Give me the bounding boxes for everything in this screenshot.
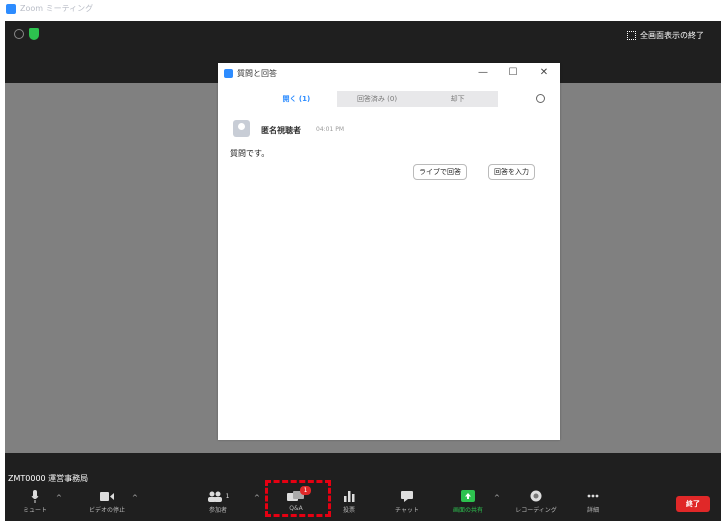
qa-title-bar: 質問と回答 — ☐ ✕ — [218, 63, 560, 85]
record-button[interactable]: レコーディング — [510, 489, 562, 517]
bar-chart-icon — [343, 489, 355, 503]
share-screen-button[interactable]: 画面の共有 — [447, 489, 489, 517]
gear-icon[interactable] — [536, 94, 545, 103]
more-dots-icon — [587, 489, 599, 503]
tab-dismissed[interactable]: 却下 — [417, 91, 499, 107]
participants-count: 1 — [225, 492, 230, 500]
app-title-bar: Zoom ミーティング — [0, 0, 721, 18]
tab-answered[interactable]: 回答済み (0) — [336, 91, 418, 107]
participants-button[interactable]: 1 参加者 — [198, 489, 238, 517]
chevron-up-icon[interactable]: ^ — [132, 494, 138, 502]
stop-video-button[interactable]: ビデオの停止 — [82, 489, 132, 517]
participants-icon: 1 — [207, 489, 230, 503]
end-meeting-button[interactable]: 終了 — [676, 496, 710, 512]
tab-open[interactable]: 開く (1) — [256, 91, 337, 107]
zoom-logo-icon — [6, 4, 16, 14]
qa-dialog-title: 質問と回答 — [237, 69, 277, 78]
qa-highlight-annotation — [265, 480, 331, 517]
stage-bottom-border — [5, 453, 721, 468]
chevron-up-icon[interactable]: ^ — [56, 494, 62, 502]
chevron-up-icon[interactable]: ^ — [254, 494, 260, 502]
record-label: レコーディング — [515, 507, 557, 514]
qa-tab-bar: 開く (1) 回答済み (0) 却下 — [256, 91, 499, 107]
exit-fullscreen-button[interactable]: 全画面表示の終了 — [627, 28, 704, 42]
answer-live-button[interactable]: ライブで回答 — [413, 164, 467, 180]
more-label: 詳細 — [586, 507, 599, 514]
maximize-button[interactable]: ☐ — [505, 66, 521, 80]
chevron-up-icon[interactable]: ^ — [494, 494, 500, 502]
qa-dialog: 質問と回答 — ☐ ✕ 開く (1) 回答済み (0) 却下 匿名視聴者 04:… — [218, 63, 560, 440]
mute-label: ミュート — [22, 507, 47, 514]
meeting-name: ZMT0000 運営事務局 — [8, 474, 89, 483]
polling-button[interactable]: 投票 — [334, 489, 364, 517]
avatar — [233, 120, 250, 137]
chat-button[interactable]: チャット — [390, 489, 424, 517]
question-author: 匿名視聴者 — [261, 126, 301, 135]
mute-button[interactable]: ミュート — [20, 489, 50, 517]
question-text: 質問です。 — [230, 149, 270, 158]
question-time: 04:01 PM — [316, 126, 344, 133]
video-camera-icon — [100, 489, 114, 503]
chat-bubble-icon — [401, 489, 413, 503]
polling-label: 投票 — [342, 507, 355, 514]
share-screen-icon — [461, 489, 475, 503]
meeting-info-icon[interactable] — [14, 29, 24, 39]
fullscreen-icon — [627, 30, 636, 40]
chat-label: チャット — [395, 507, 419, 514]
app-title: Zoom ミーティング — [20, 4, 94, 13]
stop-video-label: ビデオの停止 — [88, 507, 125, 514]
share-screen-label: 画面の共有 — [452, 507, 483, 514]
minimize-button[interactable]: — — [475, 66, 491, 80]
security-shield-icon[interactable] — [29, 28, 39, 40]
exit-fullscreen-label: 全画面表示の終了 — [640, 30, 704, 40]
more-button[interactable]: 詳細 — [581, 489, 605, 517]
participants-label: 参加者 — [208, 507, 227, 514]
type-answer-button[interactable]: 回答を入力 — [488, 164, 535, 180]
close-button[interactable]: ✕ — [536, 66, 552, 80]
zoom-logo-icon — [224, 69, 233, 78]
record-icon — [530, 489, 542, 503]
microphone-icon — [31, 489, 39, 503]
